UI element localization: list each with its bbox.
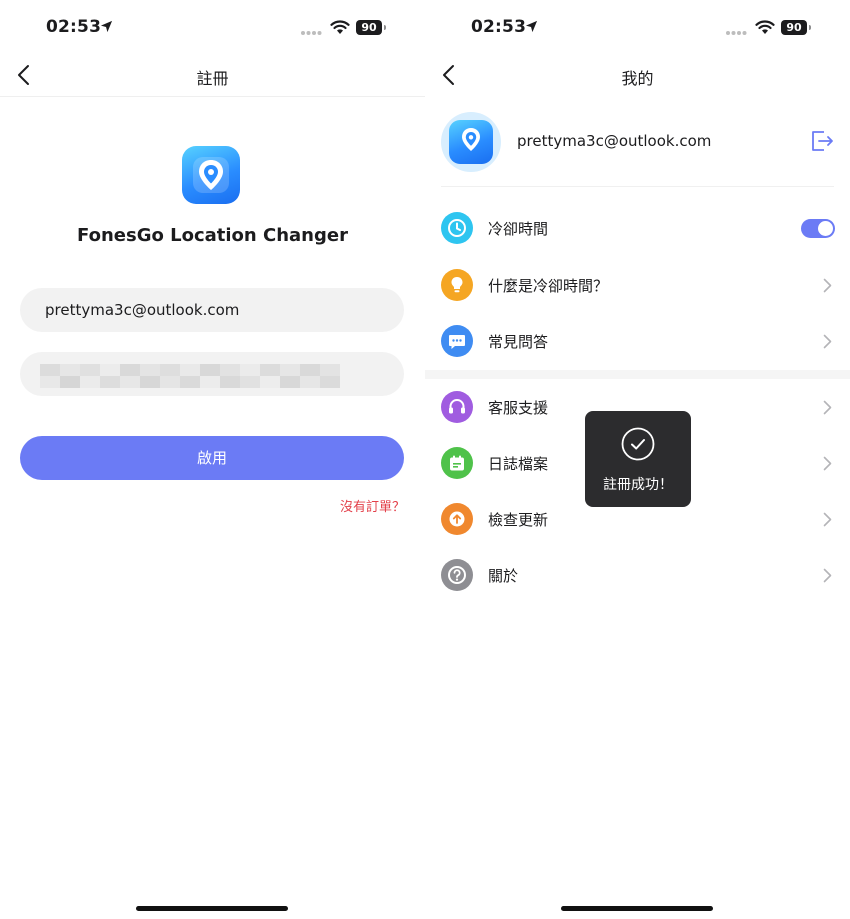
menu-label: 客服支援 [488,399,549,417]
location-pin-icon [193,157,229,193]
status-bar: 02:53 90 [0,0,425,56]
status-time: 02:53 [471,17,527,37]
lightbulb-icon [441,269,473,301]
calendar-icon [441,447,473,479]
section-separator [425,370,850,379]
menu-label: 關於 [488,567,519,585]
avatar [441,112,501,172]
location-arrow-icon [525,20,538,33]
location-arrow-icon [100,20,113,33]
toggle-knob [818,221,833,236]
page-title: 註冊 [196,69,229,88]
pixelated-redaction [40,364,340,388]
activate-button[interactable]: 啟用 [20,436,404,480]
menu-label: 日誌檔案 [488,455,549,473]
menu-row-about[interactable]: 關於 [425,547,850,603]
chevron-right-icon [823,512,832,527]
location-pin-icon [462,128,480,151]
chevron-right-icon [823,568,832,583]
menu-row-cooldown: 冷卻時間 [425,200,850,256]
menu-label: 什麼是冷卻時間？ [488,277,609,295]
status-time: 02:53 [46,17,102,37]
divider [441,186,834,187]
battery-tip [384,25,386,30]
headset-icon [441,391,473,423]
cooldown-toggle[interactable] [801,219,835,238]
battery-icon: 90 [356,20,382,35]
chevron-right-icon [823,400,832,415]
app-name: FonesGo Location Changer [77,225,348,246]
menu-label: 常見問答 [488,333,549,351]
signal-dots-icon [301,31,322,35]
success-toast: 註冊成功！ [585,411,691,507]
status-bar: 02:53 90 [425,0,850,56]
battery-icon: 90 [781,20,807,35]
menu-row-what-is-cooldown[interactable]: 什麼是冷卻時間？ [425,257,850,313]
password-field[interactable] [20,352,404,396]
wifi-icon [330,20,350,34]
user-email: prettyma3c@outlook.com [517,132,712,150]
menu-row-faq[interactable]: 常見問答 [425,313,850,369]
nav-bar: 註冊 [0,56,425,97]
register-screen: 02:53 90 註冊 FonesGo Location Changer pre… [0,0,425,919]
update-arrow-icon [441,503,473,535]
menu-label: 冷卻時間 [488,220,549,238]
home-indicator [561,906,713,911]
chat-bubble-icon [441,325,473,357]
clock-icon [441,212,473,244]
wifi-icon [755,20,775,34]
email-field[interactable]: prettyma3c@outlook.com [20,288,404,332]
nav-bar: 我的 [425,56,850,96]
menu-label: 檢查更新 [488,511,549,529]
app-logo [182,146,240,204]
avatar-app-logo [449,120,493,164]
signal-dots-icon [726,31,747,35]
chevron-right-icon [823,278,832,293]
home-indicator [136,906,288,911]
checkmark-circle-icon [621,427,655,461]
no-order-link[interactable]: 沒有訂單？ [340,496,405,515]
profile-screen: 02:53 90 我的 prettyma3c@outlook.com 冷卻時間 … [425,0,850,919]
page-title: 我的 [621,69,654,88]
question-icon [441,559,473,591]
battery-tip [809,25,811,30]
toast-message: 註冊成功！ [603,477,673,493]
chevron-right-icon [823,456,832,471]
logout-icon[interactable] [809,128,835,154]
chevron-right-icon [823,334,832,349]
